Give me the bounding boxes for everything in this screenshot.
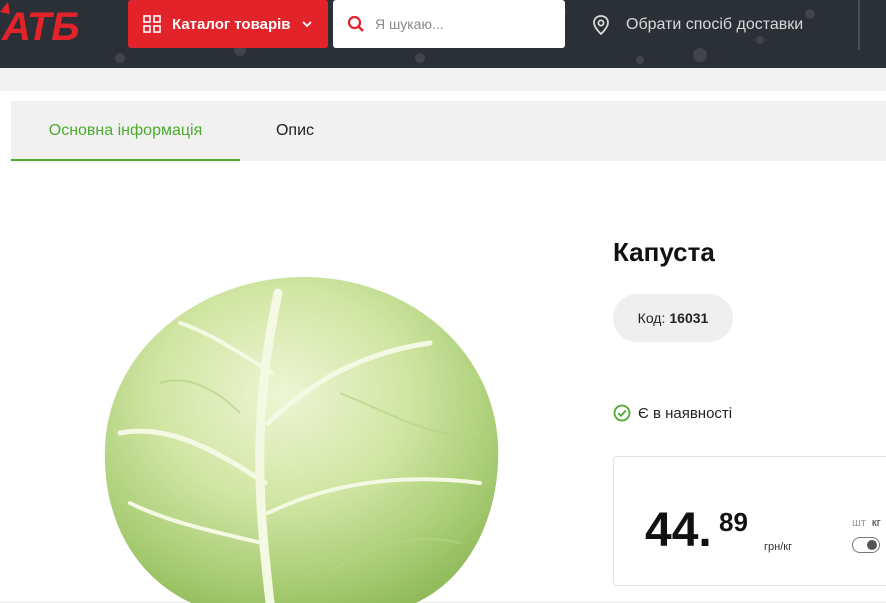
price-unit: грн/кг: [764, 541, 793, 553]
price-fraction: 89: [719, 507, 748, 537]
switch-knob: [867, 540, 877, 550]
tab-main-info-label: Основна інформація: [48, 122, 203, 139]
product-code-value: 16031: [669, 310, 709, 326]
stock-status-label: Є в наявності: [638, 404, 733, 422]
unit-labels: шт кг: [852, 517, 881, 529]
tab-description[interactable]: Опис: [240, 101, 350, 161]
grid-icon: [143, 15, 161, 33]
atb-logo-mark: АТБ: [0, 2, 80, 49]
search-input[interactable]: [373, 8, 557, 40]
price-box: 44. 89 грн/кг шт кг: [613, 456, 886, 586]
site-header: АТБ Каталог товарів Обрати спосіб достав…: [0, 0, 886, 68]
product-title: Капуста: [613, 237, 715, 267]
chevron-down-icon: [301, 21, 312, 28]
delivery-selector[interactable]: Обрати спосіб доставки: [590, 10, 803, 40]
delivery-label: Обрати спосіб доставки: [626, 16, 804, 33]
search-box[interactable]: [333, 0, 565, 48]
unit-option-pcs[interactable]: шт: [852, 517, 866, 529]
location-pin-icon: [593, 15, 609, 36]
tab-description-label: Опис: [275, 122, 315, 139]
price-integer: 44.: [645, 504, 712, 557]
product-tabs: Основна інформація Опис: [11, 101, 886, 161]
logo-text: АТБ: [1, 5, 80, 46]
product-code-label: Код:: [637, 310, 666, 326]
product-image: [104, 276, 499, 603]
catalog-label: Каталог товарів: [172, 15, 291, 33]
product-card: Основна інформація Опис Капуста Код: 160…: [0, 91, 886, 603]
search-icon[interactable]: [347, 15, 365, 33]
unit-option-kg[interactable]: кг: [872, 517, 881, 529]
tab-main-info[interactable]: Основна інформація: [11, 101, 240, 161]
catalog-button[interactable]: Каталог товарів: [128, 0, 328, 48]
check-circle-icon: [613, 404, 631, 422]
page-gap: [0, 68, 886, 91]
header-divider: [858, 0, 860, 50]
product-code: Код: 16031: [613, 294, 733, 342]
stock-status: Є в наявності: [613, 404, 732, 422]
unit-toggle[interactable]: шт кг: [852, 517, 881, 553]
atb-logo[interactable]: АТБ: [0, 2, 104, 49]
unit-switch[interactable]: [852, 537, 880, 553]
